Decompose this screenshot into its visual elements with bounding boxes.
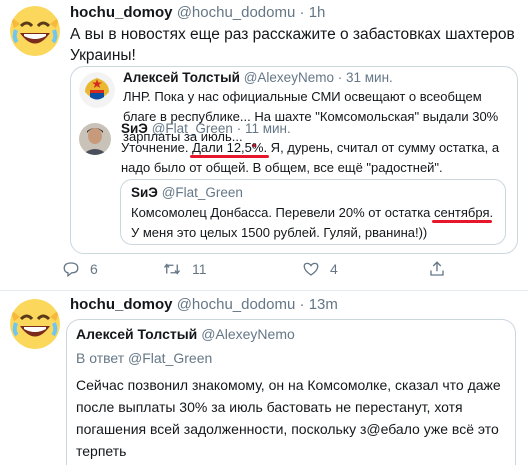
quoted-tweet[interactable]: Алексей Толстый @AlexeyNemo · 31 мин. ЛН… — [70, 66, 518, 254]
timestamp[interactable]: 1h — [309, 4, 326, 21]
underlined-text: Дали 12,5%. — [192, 140, 268, 155]
display-name[interactable]: hochu_domoy — [70, 4, 173, 21]
quoted-handle[interactable]: @AlexeyNemo — [244, 70, 334, 85]
tweet-2[interactable]: hochu_domoy @hochu_dodomu · 13m Алексей … — [0, 291, 528, 465]
quoted-name[interactable]: Алексей Толстый — [76, 326, 197, 342]
inner-handle[interactable]: @Flat_Green — [162, 185, 243, 200]
tweet-actions: 6 11 4 — [62, 258, 522, 280]
avatar[interactable] — [10, 299, 60, 349]
retweet-button[interactable]: 11 — [162, 260, 207, 278]
tweet-header: hochu_domoy @hochu_dodomu · 13m — [70, 296, 338, 313]
display-name[interactable]: hochu_domoy — [70, 296, 173, 313]
reply-time[interactable]: 11 мин. — [245, 121, 291, 136]
person-photo-icon — [79, 123, 111, 155]
tweet-1[interactable]: hochu_domoy @hochu_dodomu · 1h А вы в но… — [0, 0, 528, 292]
laughing-emoji-icon — [10, 6, 60, 56]
like-button[interactable]: 4 — [302, 260, 338, 278]
reply-icon — [63, 262, 79, 278]
underlined-text: сентября — [434, 205, 490, 220]
quoted-header: Алексей Толстый @AlexeyNemo — [76, 326, 295, 342]
timestamp[interactable]: 13m — [309, 296, 338, 313]
like-count: 4 — [330, 261, 338, 277]
retweet-icon — [163, 263, 181, 275]
quoted-tweet[interactable]: Алексей Толстый @AlexeyNemo В ответ @Fla… — [66, 319, 516, 465]
emblem-icon — [79, 72, 115, 108]
reply-text: Уточнение. Дали 12,5%. Я, дурень, считал… — [121, 140, 500, 175]
avatar-sie — [79, 123, 111, 155]
reply-button[interactable]: 6 — [62, 260, 98, 278]
reply-name[interactable]: SиЭ — [121, 121, 148, 136]
inner-text: Комсомолец Донбасса. Перевели 20% от ост… — [131, 205, 494, 240]
user-handle[interactable]: @hochu_dodomu — [177, 296, 296, 313]
retweet-count: 11 — [192, 261, 207, 277]
user-handle[interactable]: @hochu_dodomu — [177, 4, 296, 21]
tweet-text: А вы в новостях еще раз расскажите о заб… — [70, 26, 515, 64]
inner-quoted-tweet[interactable]: SиЭ @Flat_Green Комсомолец Донбасса. Пер… — [120, 179, 506, 245]
laughing-emoji-icon — [10, 299, 60, 349]
share-icon — [430, 261, 444, 276]
reply-handle[interactable]: @Flat_Green — [152, 121, 233, 136]
reply-header: SиЭ @Flat_Green · 11 мин. — [121, 121, 291, 136]
quoted-name[interactable]: Алексей Толстый — [123, 70, 240, 85]
reply-to-label: В ответ @Flat_Green — [76, 350, 213, 366]
inner-name[interactable]: SиЭ — [131, 185, 158, 200]
lnr-emblem-avatar — [79, 72, 115, 108]
quoted-text: Сейчас позвонил знакомому, он на Комсомо… — [76, 377, 501, 459]
quoted-time[interactable]: 31 мин. — [346, 70, 393, 85]
tweet-header: hochu_domoy @hochu_dodomu · 1h — [70, 4, 326, 21]
inner-header: SиЭ @Flat_Green — [131, 185, 243, 200]
share-button[interactable] — [428, 260, 446, 278]
avatar[interactable] — [10, 6, 60, 56]
quoted-header: Алексей Толстый @AlexeyNemo · 31 мин. — [123, 70, 393, 85]
heart-icon — [303, 262, 319, 276]
reply-count: 6 — [90, 261, 98, 277]
quoted-handle[interactable]: @AlexeyNemo — [201, 326, 295, 342]
